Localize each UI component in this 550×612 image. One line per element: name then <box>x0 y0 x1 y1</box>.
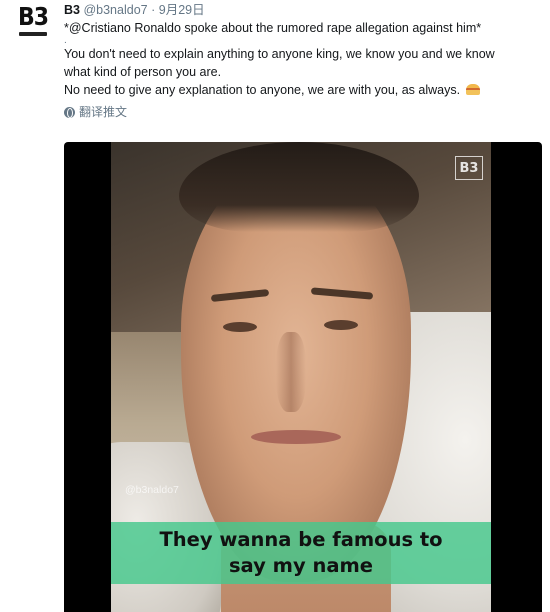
tweet-text-line-1: *@Cristiano Ronaldo spoke about the rumo… <box>64 21 482 35</box>
nose <box>276 332 306 412</box>
b3-logo: B3 <box>17 3 49 32</box>
caption-line-2: say my name <box>228 554 374 577</box>
right-eye <box>324 320 358 330</box>
tweet-text-line-3: what kind of person you are. <box>64 65 222 79</box>
tweet-date[interactable]: 9月29日 <box>159 3 205 17</box>
burger-emoji-icon <box>465 84 480 95</box>
watermark-handle: @b3naldo7 <box>125 484 179 496</box>
account-handle[interactable]: @b3naldo7 <box>83 3 147 17</box>
translate-tweet-link[interactable]: 翻译推文 <box>64 103 540 121</box>
b3-watermark-logo: B3 <box>455 156 483 180</box>
logo-underline <box>19 32 47 36</box>
tweet: B3 @b3naldo7 · 9月29日 *@Cristiano Ronaldo… <box>64 0 540 121</box>
tweet-text-line-4-text: No need to give any explanation to anyon… <box>64 83 461 97</box>
video-frame: B3 @b3naldo7 They wanna be famous to say… <box>111 142 491 612</box>
separator-dot: · <box>151 3 156 17</box>
caption-line-1: They wanna be famous to <box>159 528 443 551</box>
tweet-header: B3 @b3naldo7 · 9月29日 <box>64 1 540 19</box>
video-player[interactable]: B3 @b3naldo7 They wanna be famous to say… <box>64 142 542 612</box>
tweet-text-line-2: You don't need to explain anything to an… <box>64 47 495 61</box>
globe-icon <box>64 106 75 118</box>
tweet-text-line-4: No need to give any explanation to anyon… <box>64 81 540 99</box>
video-caption: They wanna be famous to say my name <box>111 522 491 584</box>
left-eye <box>223 322 257 332</box>
mouth <box>251 430 341 444</box>
translate-label: 翻译推文 <box>79 105 128 119</box>
account-name[interactable]: B3 <box>64 3 80 17</box>
account-avatar[interactable]: B3 <box>14 3 52 44</box>
tweet-spacer: . <box>64 35 67 46</box>
